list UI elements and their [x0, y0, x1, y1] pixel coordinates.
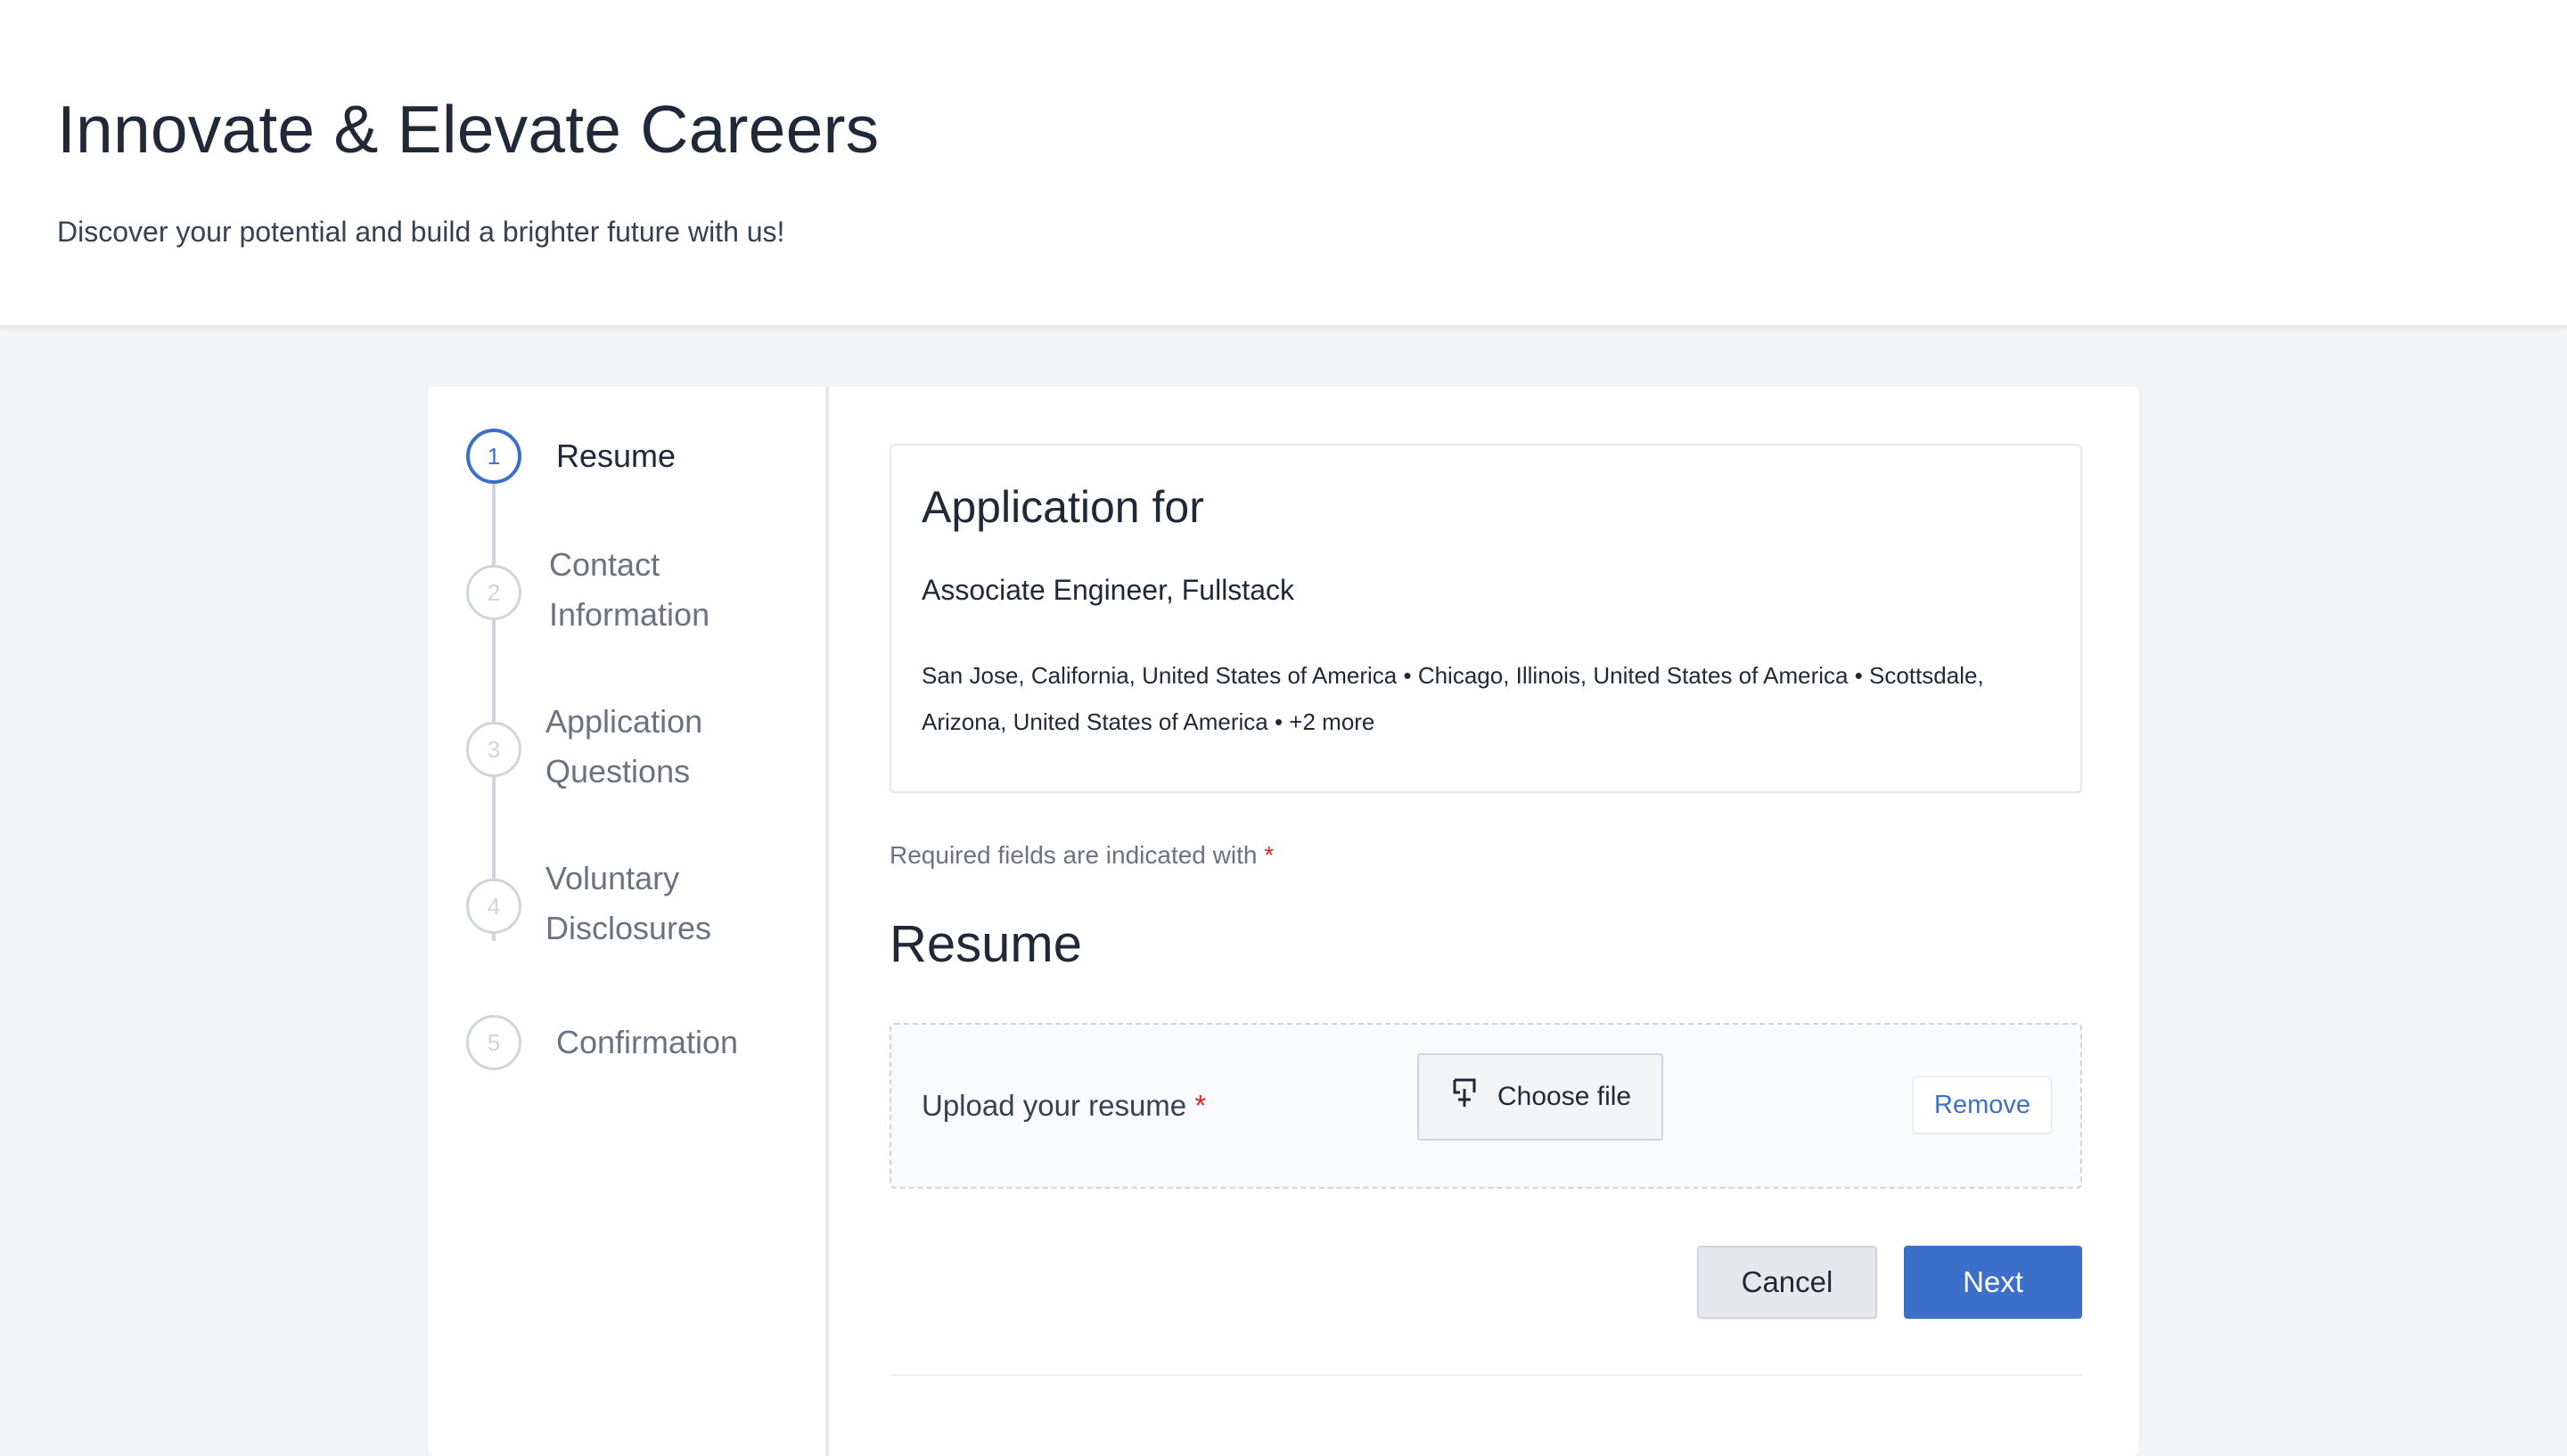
step-3-circle[interactable]: 3 — [466, 722, 521, 777]
step-2-circle[interactable]: 2 — [466, 565, 521, 620]
job-locations: San Jose, California, United States of A… — [922, 662, 1984, 735]
step-connector — [492, 454, 496, 941]
remove-file-button[interactable]: Remove — [1913, 1076, 2052, 1133]
step-4-label[interactable]: Voluntary Disclosures — [545, 854, 711, 953]
required-note-text: Required fields are indicated with — [890, 841, 1258, 869]
upload-icon — [1451, 1078, 1478, 1116]
upload-resume-label: Upload your resume * — [922, 1089, 1206, 1123]
step-4-label-line1: Voluntary — [545, 860, 680, 896]
application-card: 1 Resume 2 Contact Information 3 Applica… — [428, 387, 2139, 1456]
resume-upload-area[interactable]: Upload your resume * Choose file Remove — [890, 1023, 2082, 1189]
page-title: Innovate & Elevate Careers — [57, 92, 880, 167]
footer-divider — [890, 1374, 2082, 1376]
step-2-label-line1: Contact — [549, 546, 660, 583]
step-3-number: 3 — [487, 735, 501, 763]
step-sidebar: 1 Resume 2 Contact Information 3 Applica… — [428, 387, 829, 1456]
step-3-label-line2: Questions — [545, 753, 691, 789]
choose-file-label: Choose file — [1497, 1082, 1632, 1111]
upload-resume-label-text: Upload your resume — [922, 1089, 1187, 1122]
step-2-label-line2: Information — [549, 596, 710, 633]
step-4-number: 4 — [487, 892, 501, 920]
next-button[interactable]: Next — [1904, 1246, 2082, 1319]
resume-section-title: Resume — [890, 915, 1082, 973]
step-4-label-line2: Disclosures — [545, 910, 712, 946]
application-summary: Application for Associate Engineer, Full… — [890, 444, 2082, 793]
choose-file-button[interactable]: Choose file — [1417, 1053, 1663, 1141]
cancel-button[interactable]: Cancel — [1697, 1246, 1877, 1319]
step-5-circle[interactable]: 5 — [466, 1015, 521, 1070]
application-heading: Application for — [922, 482, 1204, 532]
step-1-label[interactable]: Resume — [556, 431, 676, 481]
step-5-label[interactable]: Confirmation — [556, 1018, 738, 1067]
step-4-circle[interactable]: 4 — [466, 879, 521, 934]
upload-required-marker: * — [1194, 1089, 1207, 1122]
step-3-label-line1: Application — [545, 703, 703, 740]
step-3-label[interactable]: Application Questions — [545, 697, 702, 797]
page-subtitle: Discover your potential and build a brig… — [57, 216, 785, 248]
page-header: Innovate & Elevate Careers Discover your… — [0, 0, 2567, 328]
step-2-label[interactable]: Contact Information — [549, 540, 709, 640]
required-fields-note: Required fields are indicated with * — [890, 841, 1274, 870]
step-1-circle[interactable]: 1 — [466, 429, 521, 484]
step-5-number: 5 — [487, 1028, 501, 1056]
required-marker: * — [1264, 841, 1275, 869]
job-title: Associate Engineer, Fullstack — [922, 574, 1294, 606]
step-1-number: 1 — [487, 442, 501, 470]
step-2-number: 2 — [487, 578, 501, 606]
